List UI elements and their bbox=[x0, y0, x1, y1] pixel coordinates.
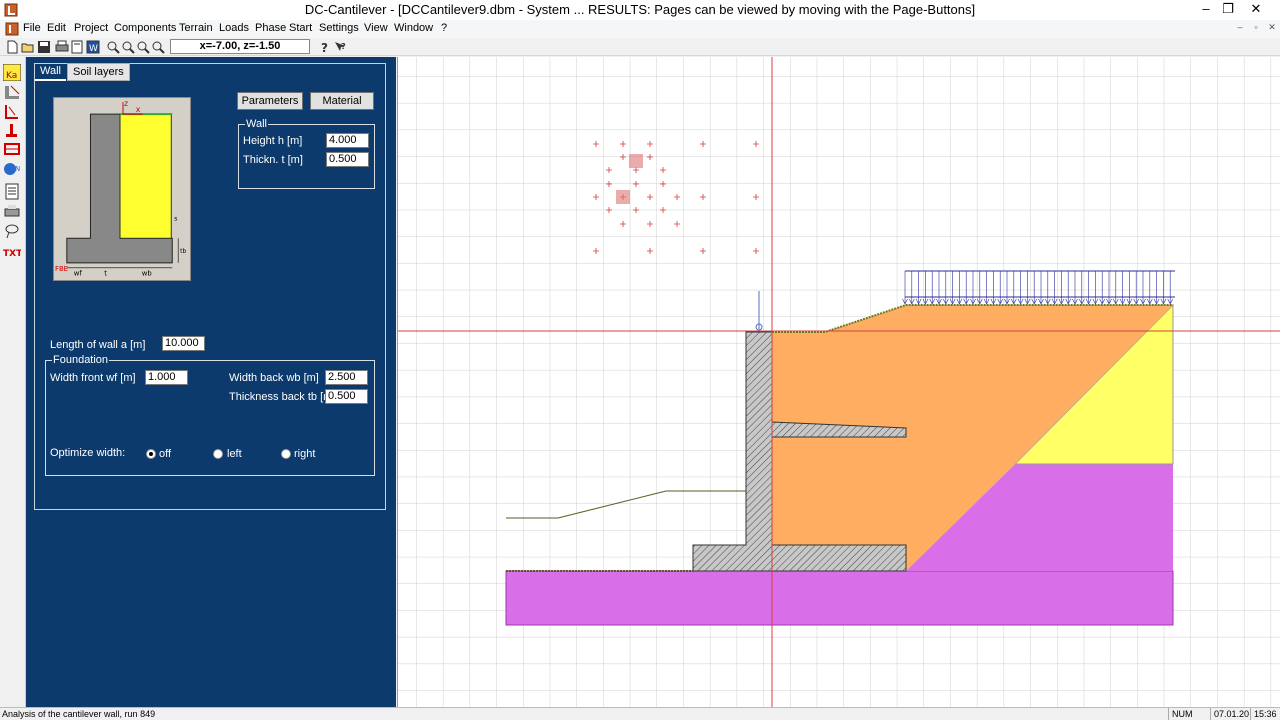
thickness-input[interactable]: 0.500 bbox=[326, 152, 369, 167]
wall-group-legend: Wall bbox=[245, 118, 268, 130]
svg-text:?: ? bbox=[341, 42, 346, 51]
maximize-button[interactable]: ❐ bbox=[1214, 0, 1242, 20]
menu-start[interactable]: Start bbox=[289, 22, 312, 34]
status-message: Analysis of the cantilever wall, run 849 bbox=[2, 709, 156, 719]
save-icon[interactable] bbox=[37, 40, 51, 54]
tab-wall[interactable]: Wall bbox=[35, 63, 66, 81]
drawing-canvas[interactable] bbox=[397, 57, 1280, 707]
text-export-icon[interactable]: TXT bbox=[3, 243, 21, 260]
menu-phase[interactable]: Phase bbox=[255, 22, 286, 34]
width-front-label: Width front wf [m] bbox=[50, 372, 136, 384]
window-title: DC-Cantilever - [DCCantilever9.dbm - Sys… bbox=[304, 2, 976, 17]
preview-z-label: z bbox=[124, 99, 128, 108]
optimize-right-radio[interactable] bbox=[281, 449, 291, 459]
zoom-window-icon[interactable] bbox=[136, 40, 150, 54]
close-button[interactable]: ✕ bbox=[1242, 0, 1270, 20]
menu-view[interactable]: View bbox=[364, 22, 388, 34]
material-button[interactable]: Material bbox=[310, 92, 374, 110]
width-back-input[interactable]: 2.500 bbox=[325, 370, 368, 385]
svg-text:Ka: Ka bbox=[6, 71, 17, 81]
foundation-groupbox: Foundation Width front wf [m] 1.000 Widt… bbox=[45, 354, 375, 476]
menu-edit[interactable]: Edit bbox=[47, 22, 66, 34]
menu-project[interactable]: Project bbox=[74, 22, 108, 34]
height-input[interactable]: 4.000 bbox=[326, 133, 369, 148]
height-label: Height h [m] bbox=[243, 135, 303, 147]
width-back-label: Width back wb [m] bbox=[229, 372, 319, 384]
context-help-icon[interactable]: ? bbox=[333, 40, 347, 54]
preview-t-label: t bbox=[104, 270, 107, 278]
results-table-icon[interactable] bbox=[3, 183, 21, 200]
svg-text:TXT: TXT bbox=[3, 249, 21, 259]
optimize-right-label: right bbox=[294, 448, 316, 460]
export-icon[interactable]: W bbox=[86, 40, 100, 54]
title-bar: DC-Cantilever - [DCCantilever9.dbm - Sys… bbox=[0, 0, 1280, 20]
open-folder-icon[interactable] bbox=[21, 40, 35, 54]
menu-window[interactable]: Window bbox=[394, 22, 433, 34]
thickness-back-input[interactable]: 0.500 bbox=[325, 389, 368, 404]
loads-icon[interactable] bbox=[3, 122, 21, 139]
wall-geometry-icon[interactable] bbox=[3, 84, 21, 101]
svg-text:N: N bbox=[15, 165, 20, 173]
menu-bar: File Edit Project Components Terrain Loa… bbox=[0, 20, 1280, 38]
parameters-button[interactable]: Parameters bbox=[237, 92, 303, 110]
soil-layer-purple bbox=[505, 570, 1174, 626]
input-panel: Wall Soil layers z x s tb wf t wb FBE Pa… bbox=[26, 57, 396, 707]
tab-container: Wall Soil layers z x s tb wf t wb FBE Pa… bbox=[34, 63, 386, 510]
thickness-label: Thickn. t [m] bbox=[243, 154, 303, 166]
width-front-input[interactable]: 1.000 bbox=[145, 370, 188, 385]
svg-text:?: ? bbox=[321, 41, 328, 54]
help-icon[interactable]: ? bbox=[318, 40, 332, 54]
groundwater-icon[interactable]: N bbox=[3, 161, 21, 178]
zoom-out-icon[interactable] bbox=[121, 40, 135, 54]
zoom-all-icon[interactable] bbox=[151, 40, 165, 54]
menu-file[interactable]: File bbox=[23, 22, 41, 34]
menu-components[interactable]: Components bbox=[114, 22, 176, 34]
length-label: Length of wall a [m] bbox=[50, 339, 146, 351]
foundation-icon[interactable] bbox=[3, 141, 21, 158]
num-lock-indicator: NUM bbox=[1168, 708, 1208, 720]
mdi-close-button[interactable]: ✕ bbox=[1264, 22, 1280, 36]
preview-tb-label: tb bbox=[180, 249, 186, 255]
menu-terrain[interactable]: Terrain bbox=[179, 22, 213, 34]
menu-help[interactable]: ? bbox=[441, 22, 447, 34]
soil-ka-icon[interactable]: Ka bbox=[3, 64, 21, 81]
menu-settings[interactable]: Settings bbox=[319, 22, 359, 34]
menu-loads[interactable]: Loads bbox=[219, 22, 249, 34]
preview-x-label: x bbox=[136, 105, 141, 114]
coordinates-display: x=-7.00, z=-1.50 bbox=[170, 39, 310, 54]
mdi-restore-button[interactable]: ▫ bbox=[1248, 22, 1264, 36]
print-preview-icon[interactable] bbox=[70, 40, 84, 54]
status-time: 15:36 bbox=[1250, 708, 1280, 720]
mdi-minimize-button[interactable]: – bbox=[1232, 22, 1248, 36]
svg-text:W: W bbox=[89, 44, 98, 54]
cantilever-wall-drawing[interactable] bbox=[398, 57, 1280, 707]
thickness-back-label: Thickness back tb [m] bbox=[229, 391, 336, 403]
new-file-icon[interactable] bbox=[5, 40, 19, 54]
length-input[interactable]: 10.000 bbox=[162, 336, 205, 351]
preview-s-label: s bbox=[174, 217, 177, 223]
optimize-off-radio[interactable] bbox=[146, 449, 156, 459]
toolbar: W x=-7.00, z=-1.50 ? ? bbox=[0, 38, 1280, 56]
zoom-in-icon[interactable] bbox=[106, 40, 120, 54]
foundation-group-legend: Foundation bbox=[52, 354, 110, 366]
tab-soil-layers[interactable]: Soil layers bbox=[67, 63, 130, 81]
component-toolstrip: Ka N TXT bbox=[0, 57, 26, 707]
preview-fbe-label: FBE bbox=[55, 265, 68, 273]
optimize-left-radio[interactable] bbox=[213, 449, 223, 459]
preview-wf-label: wf bbox=[74, 270, 83, 278]
status-date: 07.01.20 bbox=[1210, 708, 1250, 720]
status-bar: Analysis of the cantilever wall, run 849… bbox=[0, 707, 1280, 720]
optimize-off-label: off bbox=[159, 448, 172, 460]
printer-output-icon[interactable] bbox=[3, 203, 21, 220]
wall-groupbox: Wall Height h [m] 4.000 Thickn. t [m] 0.… bbox=[238, 118, 375, 189]
optimize-left-label: left bbox=[227, 448, 242, 460]
preview-wb-label: wb bbox=[142, 270, 152, 278]
soil-pressure-icon[interactable] bbox=[3, 103, 21, 120]
document-icon[interactable] bbox=[5, 22, 19, 36]
wall-preview-diagram: z x s tb wf t wb FBE bbox=[53, 97, 191, 281]
optimize-label: Optimize width: bbox=[50, 447, 126, 459]
lasso-icon[interactable] bbox=[3, 223, 21, 240]
print-icon[interactable] bbox=[55, 40, 69, 54]
